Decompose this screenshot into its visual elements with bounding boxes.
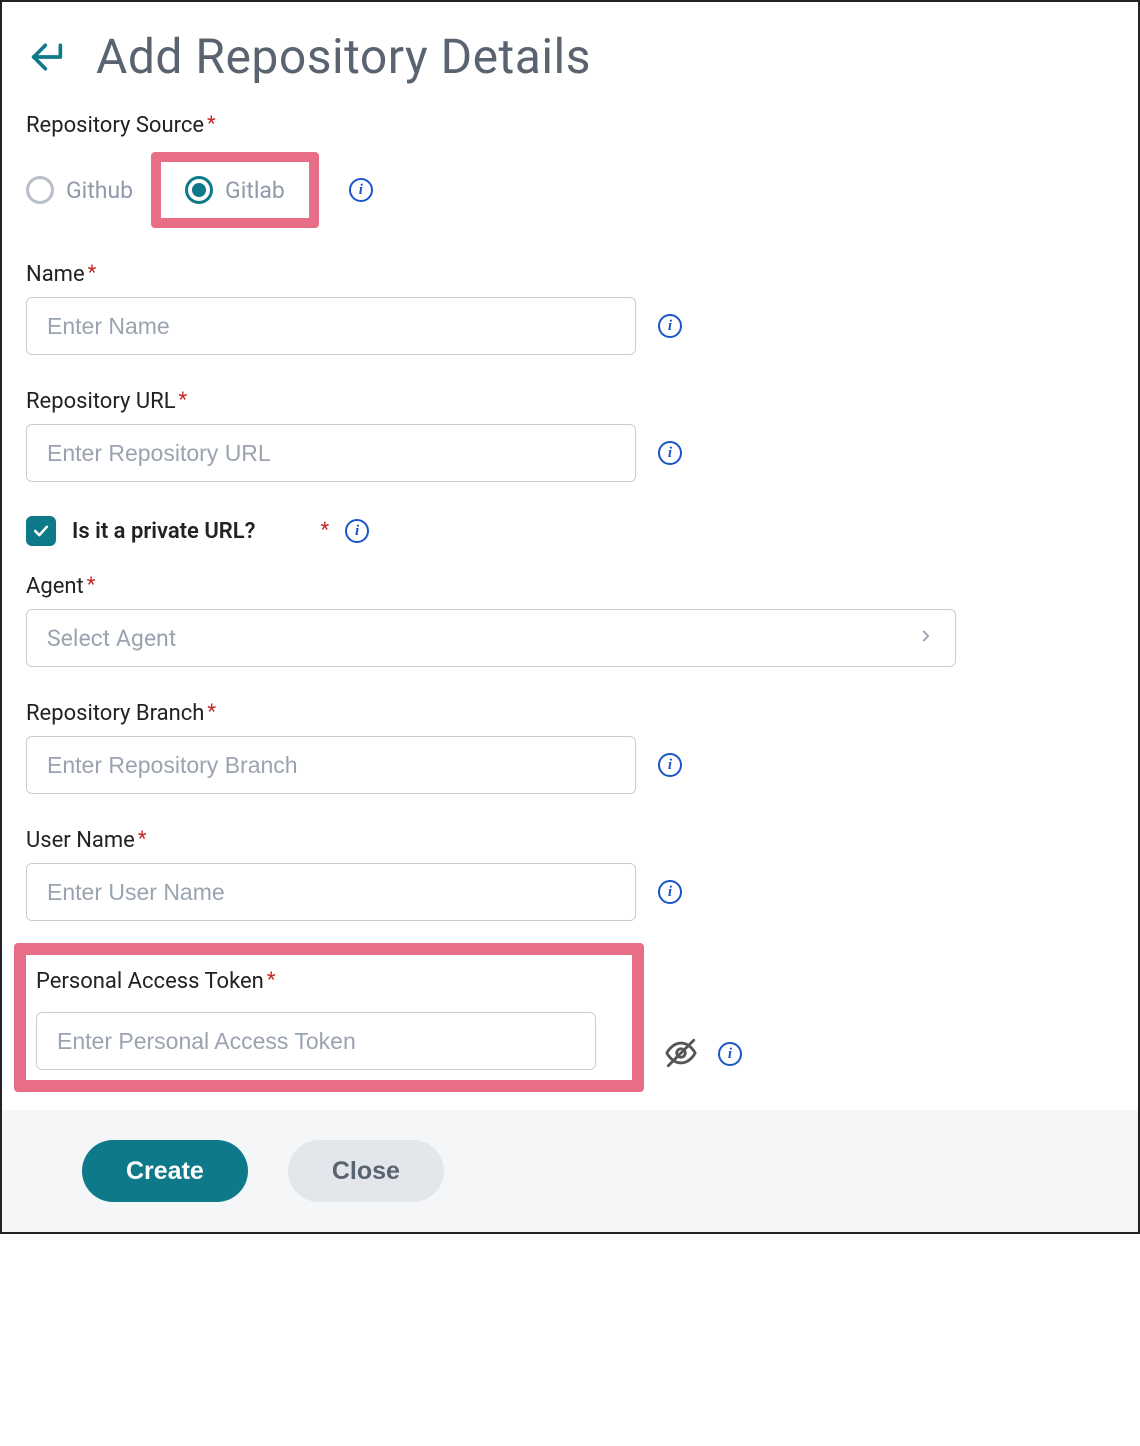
label-name: Name * bbox=[26, 262, 1114, 287]
personal-access-token-input[interactable] bbox=[36, 1012, 596, 1070]
highlight-token-section: Personal Access Token * bbox=[14, 943, 644, 1092]
checkbox-label: Is it a private URL? bbox=[72, 519, 256, 544]
label-repository-url: Repository URL * bbox=[26, 389, 1114, 414]
required-mark: * bbox=[179, 387, 188, 411]
agent-select[interactable]: Select Agent bbox=[26, 609, 956, 667]
radio-circle-icon bbox=[26, 176, 54, 204]
info-icon[interactable]: i bbox=[658, 880, 682, 904]
label-personal-access-token: Personal Access Token * bbox=[36, 969, 622, 994]
required-mark: * bbox=[207, 111, 216, 135]
back-arrow-icon[interactable] bbox=[26, 36, 68, 78]
radio-gitlab[interactable]: Gitlab bbox=[185, 176, 285, 204]
label-user-name: User Name * bbox=[26, 828, 1114, 853]
dialog-footer: Create Close bbox=[2, 1110, 1138, 1232]
info-icon[interactable]: i bbox=[718, 1042, 742, 1066]
field-user-name: User Name * i bbox=[26, 828, 1114, 921]
required-mark: * bbox=[267, 967, 276, 991]
radio-label: Gitlab bbox=[225, 177, 285, 204]
label-text: User Name bbox=[26, 828, 135, 853]
label-text: Repository Branch bbox=[26, 701, 204, 726]
repository-url-input[interactable] bbox=[26, 424, 636, 482]
label-repository-source: Repository Source * bbox=[26, 113, 1114, 138]
label-text: Repository URL bbox=[26, 389, 176, 414]
required-mark: * bbox=[87, 572, 96, 596]
check-icon bbox=[31, 521, 51, 541]
select-placeholder: Select Agent bbox=[47, 625, 176, 652]
name-input[interactable] bbox=[26, 297, 636, 355]
field-repository-url: Repository URL * i bbox=[26, 389, 1114, 482]
header-row: Add Repository Details bbox=[26, 28, 1114, 85]
radio-circle-icon bbox=[185, 176, 213, 204]
info-icon[interactable]: i bbox=[658, 753, 682, 777]
chevron-right-icon bbox=[917, 626, 935, 651]
label-repository-branch: Repository Branch * bbox=[26, 701, 1114, 726]
label-text: Agent bbox=[26, 574, 84, 599]
label-text: Personal Access Token bbox=[36, 969, 264, 994]
radio-github[interactable]: Github bbox=[26, 176, 133, 204]
required-mark: * bbox=[321, 517, 330, 541]
close-button[interactable]: Close bbox=[288, 1140, 444, 1202]
label-agent: Agent * bbox=[26, 574, 1114, 599]
radio-label: Github bbox=[66, 177, 133, 204]
field-personal-access-token-row: Personal Access Token * i bbox=[26, 933, 1114, 1092]
info-icon[interactable]: i bbox=[658, 441, 682, 465]
form-content: Add Repository Details Repository Source… bbox=[2, 2, 1138, 1092]
info-icon[interactable]: i bbox=[349, 178, 373, 202]
label-text: Repository Source bbox=[26, 113, 204, 138]
required-mark: * bbox=[138, 826, 147, 850]
field-private-url: Is it a private URL? * i bbox=[26, 516, 1114, 546]
info-icon[interactable]: i bbox=[658, 314, 682, 338]
label-text: Name bbox=[26, 262, 85, 287]
required-mark: * bbox=[207, 699, 216, 723]
field-repository-branch: Repository Branch * i bbox=[26, 701, 1114, 794]
dialog-frame: Add Repository Details Repository Source… bbox=[0, 0, 1140, 1234]
field-name: Name * i bbox=[26, 262, 1114, 355]
field-agent: Agent * Select Agent bbox=[26, 574, 1114, 667]
required-mark: * bbox=[88, 260, 97, 284]
info-icon[interactable]: i bbox=[345, 519, 369, 543]
create-button[interactable]: Create bbox=[82, 1140, 248, 1202]
user-name-input[interactable] bbox=[26, 863, 636, 921]
eye-off-icon[interactable] bbox=[664, 1036, 698, 1070]
field-repository-source: Repository Source * Github Gitlab i bbox=[26, 113, 1114, 228]
page-title: Add Repository Details bbox=[96, 28, 591, 85]
highlight-gitlab: Gitlab bbox=[151, 152, 319, 228]
radio-group-source: Github Gitlab i bbox=[26, 152, 1114, 228]
repository-branch-input[interactable] bbox=[26, 736, 636, 794]
private-url-checkbox[interactable] bbox=[26, 516, 56, 546]
